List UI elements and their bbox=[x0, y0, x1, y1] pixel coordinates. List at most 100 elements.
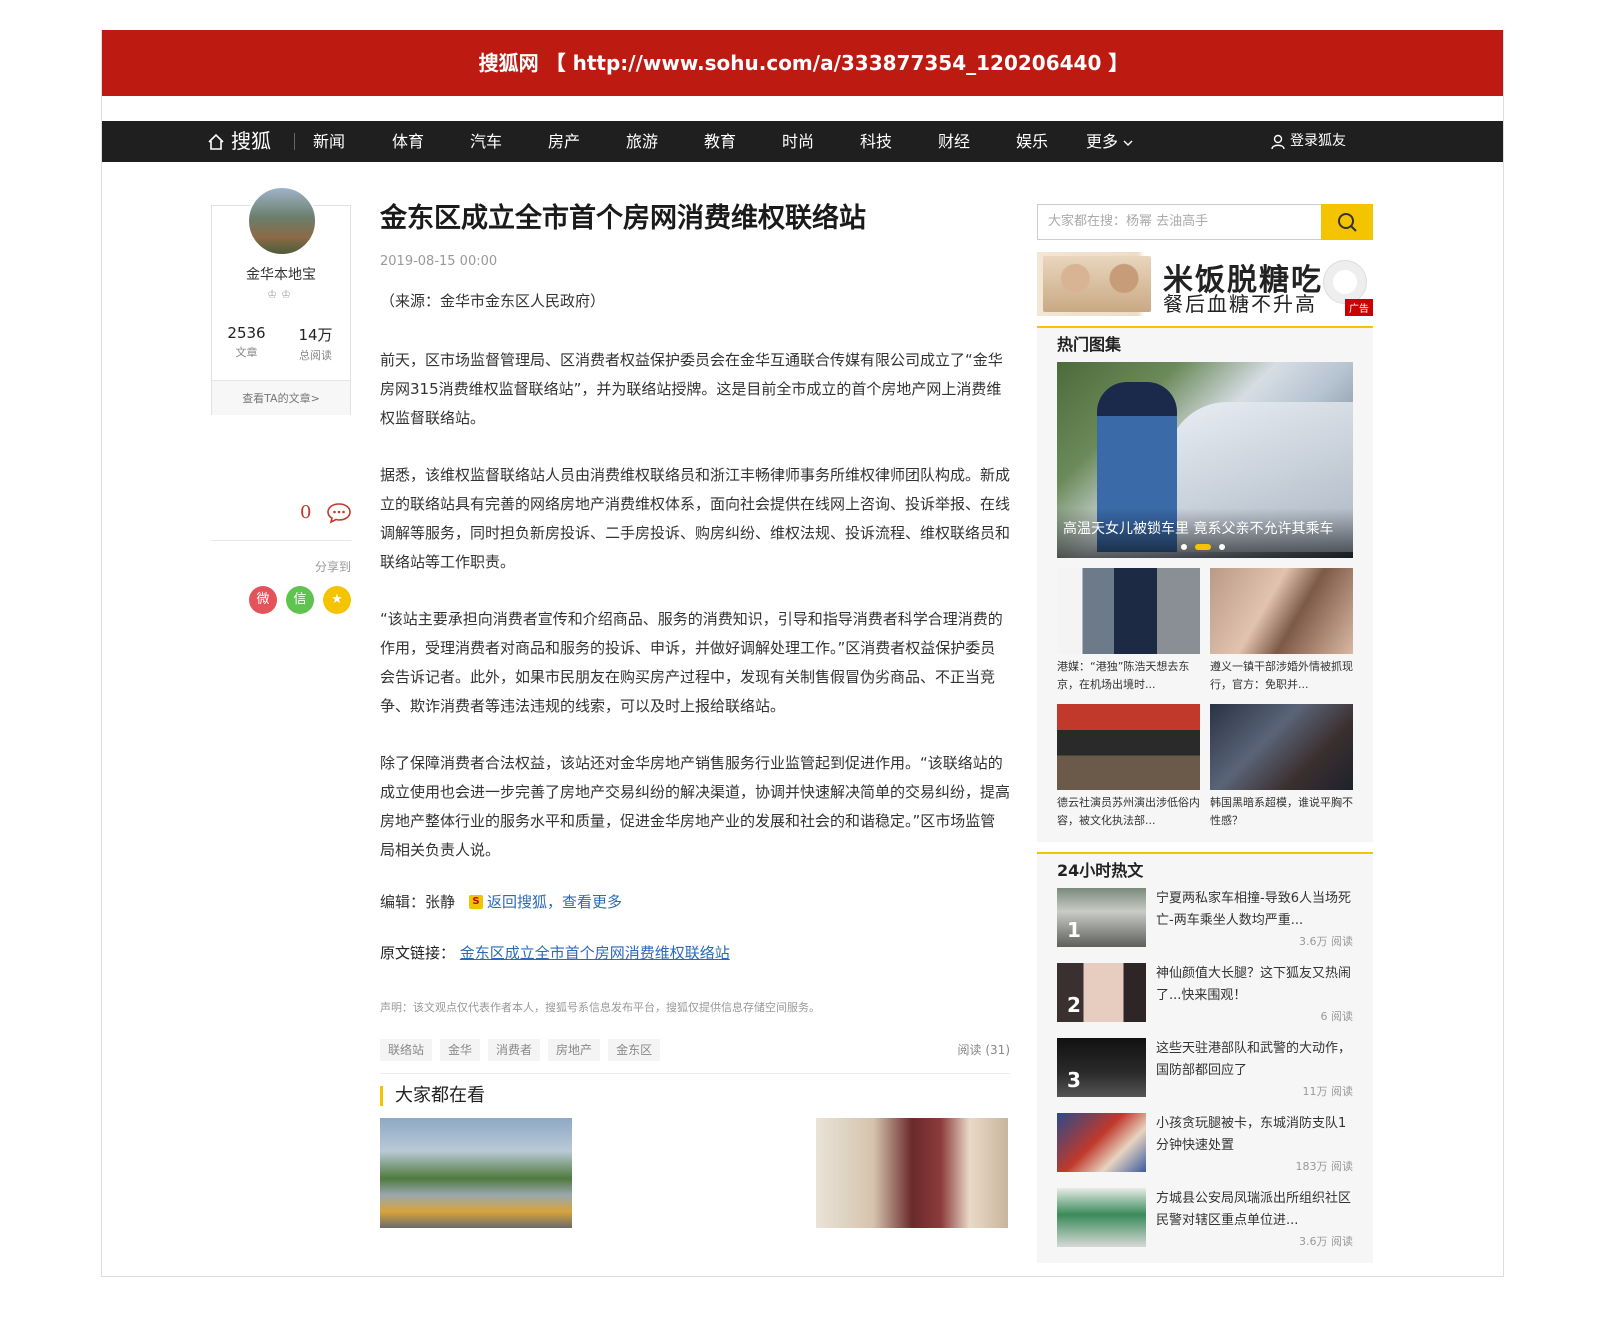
back-to-sohu-link[interactable]: 返回搜狐，查看更多 bbox=[487, 891, 622, 912]
watching-image-people[interactable] bbox=[816, 1118, 1008, 1228]
nav-item-news[interactable]: 新闻 bbox=[313, 121, 345, 162]
login-button[interactable]: 登录狐友 bbox=[1270, 121, 1346, 162]
list-item[interactable]: 1 宁夏两私家车相撞-导致6人当场死亡-两车乘坐人数均严重... 3.6万 阅读 bbox=[1057, 888, 1353, 963]
article-paragraph: “该站主要承担向消费者宣传和介绍商品、服务的消费知识，引导和指导消费者科学合理消… bbox=[380, 610, 1003, 715]
list-reads: 3.6万 阅读 bbox=[1299, 1235, 1353, 1248]
section-title-everyone-watching: 大家都在看 bbox=[380, 1086, 1010, 1106]
nav-item-travel[interactable]: 旅游 bbox=[626, 121, 658, 162]
search-box: 大家都在搜：杨幂 去油高手 bbox=[1037, 204, 1373, 240]
carousel-dot-active[interactable] bbox=[1195, 544, 1211, 550]
tag-item[interactable]: 金东区 bbox=[608, 1039, 661, 1061]
hot-24h-title: 24小时热文 bbox=[1057, 861, 1144, 880]
list-reads: 11万 阅读 bbox=[1302, 1085, 1354, 1098]
carousel-dots bbox=[1181, 544, 1225, 550]
author-name[interactable]: 金华本地宝 bbox=[212, 264, 350, 284]
top-url-banner: 搜狐网 【 http://www.sohu.com/a/333877354_12… bbox=[102, 30, 1503, 96]
list-thumbnail bbox=[1057, 1188, 1146, 1247]
nav-item-sports[interactable]: 体育 bbox=[392, 121, 424, 162]
article-title: 金东区成立全市首个房网消费维权联络站 bbox=[380, 203, 866, 234]
article: 金东区成立全市首个房网消费维权联络站 2019-08-15 00:00 （来源：… bbox=[380, 200, 1010, 1228]
nav-item-education[interactable]: 教育 bbox=[704, 121, 736, 162]
author-avatar[interactable] bbox=[247, 186, 317, 256]
wechat-share-icon[interactable]: 信 bbox=[286, 586, 314, 614]
banner-site: 搜狐网 bbox=[478, 51, 539, 75]
ad-subline: 餐后血糖不升高 bbox=[1163, 292, 1317, 316]
gallery-item[interactable]: 德云社演员苏州演出涉低俗内容，被文化执法部... bbox=[1057, 704, 1200, 830]
read-count: 阅读 (31) bbox=[957, 1043, 1010, 1057]
search-input[interactable]: 大家都在搜：杨幂 去油高手 bbox=[1048, 205, 1208, 239]
sohu-s-icon: S bbox=[469, 894, 484, 909]
list-thumbnail bbox=[1057, 1113, 1146, 1172]
ad-banner[interactable]: 米饭脱糖吃 餐后血糖不升高 广告 bbox=[1037, 252, 1373, 316]
carousel-dot[interactable] bbox=[1219, 544, 1225, 550]
nav-item-auto[interactable]: 汽车 bbox=[470, 121, 502, 162]
list-rank: 2 bbox=[1067, 993, 1081, 1017]
list-item[interactable]: 方城县公安局凤瑞派出所组织社区民警对辖区重点单位进... 3.6万 阅读 bbox=[1057, 1188, 1353, 1263]
list-item[interactable]: 3 这些天驻港部队和武警的大动作，国防部都回应了 11万 阅读 bbox=[1057, 1038, 1353, 1113]
gallery-hero[interactable]: 高温天女儿被锁车里 竟系父亲不允许其乘车 bbox=[1057, 362, 1353, 558]
watching-image-car[interactable] bbox=[380, 1118, 572, 1228]
author-articles-stat: 2536 文章 bbox=[212, 324, 281, 360]
gallery-thumbnail bbox=[1210, 704, 1353, 790]
nav-item-tech[interactable]: 科技 bbox=[860, 121, 892, 162]
author-card: 金华本地宝 ♔♔ 2536 文章 14万 总阅读 查看TA的文章> bbox=[211, 186, 351, 415]
carousel-dot[interactable] bbox=[1181, 544, 1187, 550]
side-divider bbox=[211, 540, 351, 541]
gallery-item[interactable]: 遵义一镇干部涉婚外情被抓现行，官方：免职并... bbox=[1210, 568, 1353, 694]
list-reads: 3.6万 阅读 bbox=[1299, 935, 1353, 948]
page-frame: 搜狐网 【 http://www.sohu.com/a/333877354_12… bbox=[101, 30, 1504, 1277]
list-title: 方城县公安局凤瑞派出所组织社区民警对辖区重点单位进... bbox=[1156, 1191, 1352, 1228]
gallery-item[interactable]: 韩国黑暗系超模，谁说平胸不性感？ bbox=[1210, 704, 1353, 830]
original-link-row: 原文链接： 金东区成立全市首个房网消费维权联络站 bbox=[380, 942, 1010, 963]
nav-item-house[interactable]: 房产 bbox=[548, 121, 580, 162]
author-badge-icons: ♔♔ bbox=[267, 288, 295, 301]
list-title: 这些天驻港部队和武警的大动作，国防部都回应了 bbox=[1156, 1041, 1352, 1078]
gallery-thumbnail bbox=[1057, 704, 1200, 790]
gallery-caption: 港媒：“港独”陈浩天想去东京，在机场出境时... bbox=[1057, 660, 1190, 691]
tag-item[interactable]: 房地产 bbox=[548, 1039, 601, 1061]
author-articles-count: 2536 bbox=[227, 324, 266, 342]
author-reads-count: 14万 bbox=[298, 326, 333, 344]
hot-gallery: 热门图集 高温天女儿被锁车里 竟系父亲不允许其乘车 港媒：“港独”陈浩天想去东京… bbox=[1037, 326, 1373, 842]
article-editor: 编辑：张静 S 返回搜狐，查看更多 bbox=[380, 891, 1010, 912]
author-articles-label: 文章 bbox=[235, 346, 258, 359]
nav-item-finance[interactable]: 财经 bbox=[938, 121, 970, 162]
comment-icon[interactable] bbox=[326, 502, 352, 524]
comment-count: 0 bbox=[300, 502, 312, 523]
tag-item[interactable]: 消费者 bbox=[488, 1039, 541, 1061]
search-icon bbox=[1338, 213, 1357, 232]
hero-caption-overlay: 高温天女儿被锁车里 竟系父亲不允许其乘车 bbox=[1057, 508, 1353, 558]
chevron-down-icon bbox=[1123, 140, 1133, 146]
nav-divider bbox=[294, 133, 295, 150]
list-item[interactable]: 2 神仙颜值大长腿？这下狐友又热闹了...快来围观！ 6 阅读 bbox=[1057, 963, 1353, 1038]
list-title: 宁夏两私家车相撞-导致6人当场死亡-两车乘坐人数均严重... bbox=[1156, 891, 1351, 928]
declaration: 声明：该文观点仅代表作者本人，搜狐号系信息发布平台，搜狐仅提供信息存储空间服务。 bbox=[380, 1001, 820, 1014]
tag-list: 联络站 金华 消费者 房地产 金东区 阅读 (31) bbox=[380, 1039, 1010, 1063]
author-view-more-link[interactable]: 查看TA的文章> bbox=[212, 380, 350, 415]
login-label: 登录狐友 bbox=[1290, 133, 1346, 149]
nav-item-more[interactable]: 更多 bbox=[1086, 121, 1133, 162]
nav-item-entertainment[interactable]: 娱乐 bbox=[1016, 121, 1048, 162]
gallery-thumbnail bbox=[1057, 568, 1200, 654]
share-label: 分享到 bbox=[314, 560, 351, 574]
weibo-share-icon[interactable]: 微 bbox=[249, 586, 277, 614]
gallery-item[interactable]: 港媒：“港独”陈浩天想去东京，在机场出境时... bbox=[1057, 568, 1200, 694]
gallery-grid: 港媒：“港独”陈浩天想去东京，在机场出境时... 遵义一镇干部涉婚外情被抓现行，… bbox=[1057, 568, 1353, 830]
watching-images bbox=[380, 1118, 1010, 1228]
list-item[interactable]: 小孩贪玩腿被卡，东城消防支队1分钟快速处置 183万 阅读 bbox=[1057, 1113, 1353, 1188]
tag-item[interactable]: 金华 bbox=[440, 1039, 481, 1061]
gallery-caption: 韩国黑暗系超模，谁说平胸不性感？ bbox=[1210, 796, 1353, 827]
editor-label: 编辑：张静 bbox=[380, 893, 456, 911]
sohu-logo[interactable]: 搜狐 bbox=[207, 121, 271, 162]
article-paragraph: 前天，区市场监督管理局、区消费者权益保护委员会在金华互通联合传媒有限公司成立了“… bbox=[380, 351, 1003, 427]
favorite-star-icon[interactable]: ★ bbox=[323, 586, 351, 614]
tag-item[interactable]: 联络站 bbox=[380, 1039, 433, 1061]
article-paragraph: 除了保障消费者合法权益，该站还对金华房地产销售服务行业监管起到促进作用。“该联络… bbox=[380, 754, 1011, 859]
original-link[interactable]: 金东区成立全市首个房网消费维权联络站 bbox=[460, 944, 730, 962]
search-button[interactable] bbox=[1321, 204, 1373, 240]
nav-item-fashion[interactable]: 时尚 bbox=[782, 121, 814, 162]
original-link-label: 原文链接： bbox=[380, 944, 456, 962]
logo-text: 搜狐 bbox=[231, 129, 271, 153]
banner-url[interactable]: 【 http://www.sohu.com/a/333877354_120206… bbox=[546, 51, 1129, 75]
list-rank: 1 bbox=[1067, 918, 1081, 942]
